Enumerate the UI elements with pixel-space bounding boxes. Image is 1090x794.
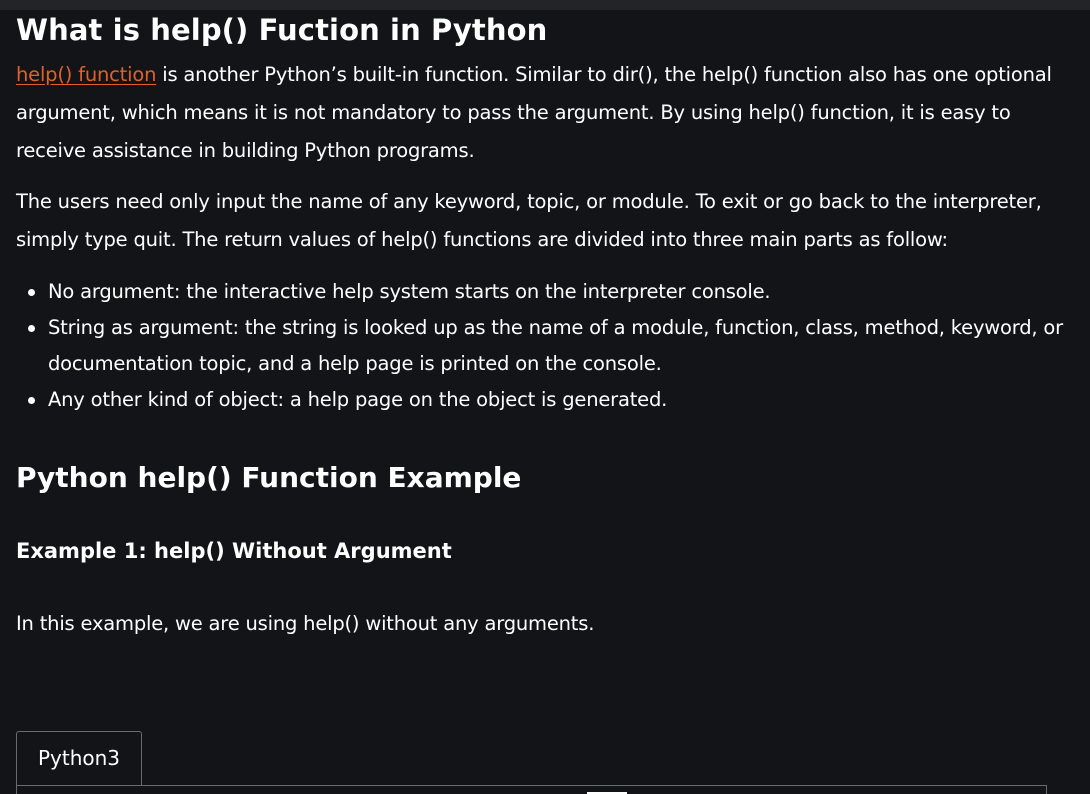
- list-item-text: Any other kind of object: a help page on…: [48, 388, 668, 411]
- code-tab-python3[interactable]: Python3: [16, 731, 142, 785]
- code-block: [16, 785, 1047, 794]
- intro-paragraph: help() function is another Python’s buil…: [16, 56, 1066, 170]
- list-item-text: String as argument: the string is looked…: [48, 316, 1063, 375]
- article-content: What is help() Fuction in Python help() …: [16, 10, 1066, 643]
- intro-paragraph-text: is another Python’s built-in function. S…: [16, 63, 1052, 162]
- bullet-icon: [28, 325, 35, 332]
- section-title-example: Python help() Function Example: [16, 461, 522, 494]
- example-title: Example 1: help() Without Argument: [16, 539, 452, 563]
- list-item: No argument: the interactive help system…: [28, 274, 1066, 310]
- list-item: Any other kind of object: a help page on…: [28, 382, 1066, 418]
- list-item-text: No argument: the interactive help system…: [48, 280, 771, 303]
- bullet-icon: [28, 289, 35, 296]
- example-intro-text: In this example, we are using help() wit…: [16, 612, 595, 635]
- help-function-link[interactable]: help() function: [16, 63, 156, 86]
- usage-paragraph: The users need only input the name of an…: [16, 190, 1042, 251]
- return-values-list: No argument: the interactive help system…: [16, 274, 1066, 418]
- top-bar: [0, 0, 1090, 10]
- list-item: String as argument: the string is looked…: [28, 310, 1066, 382]
- section-title-help-function: What is help() Fuction in Python: [16, 13, 548, 47]
- bullet-icon: [28, 397, 35, 404]
